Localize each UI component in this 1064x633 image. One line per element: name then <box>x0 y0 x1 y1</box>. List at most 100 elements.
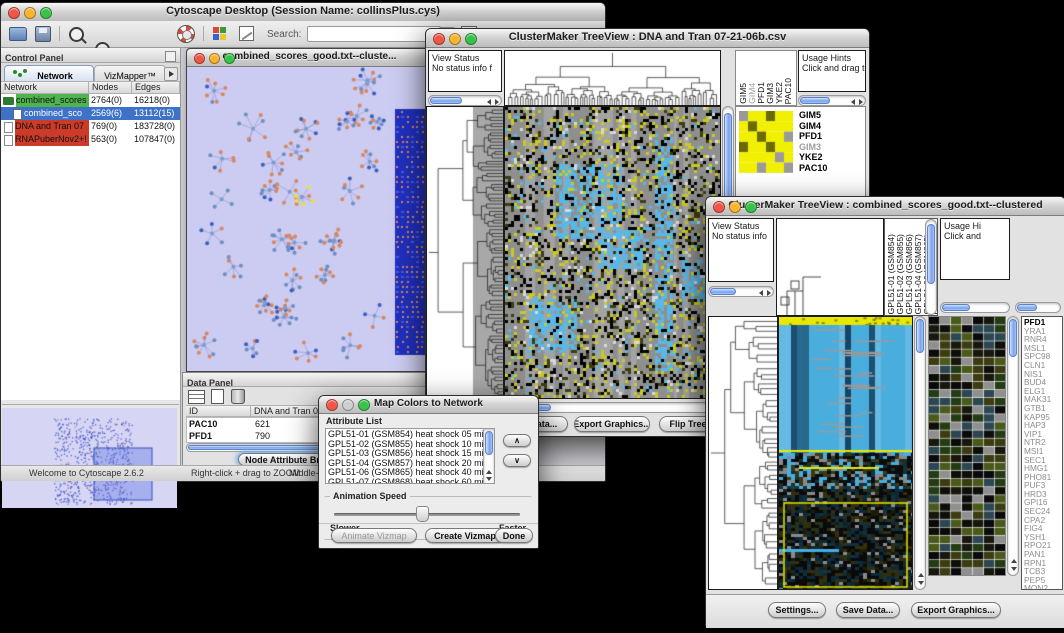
done-button[interactable]: Done <box>495 528 533 543</box>
attribute-list-vscrollbar[interactable] <box>483 429 494 483</box>
dialog-titlebar[interactable]: Map Colors to Network <box>319 396 538 414</box>
scroll-left-arrow[interactable] <box>759 290 763 296</box>
move-down-button[interactable]: ∨ <box>503 454 531 467</box>
data-row-id[interactable]: PFD1 <box>189 430 212 442</box>
tv1-status-hscrollbar[interactable] <box>428 95 502 106</box>
treeview1-titlebar[interactable]: ClusterMaker TreeView : DNA and Tran 07-… <box>426 29 869 48</box>
scroll-down-arrow[interactable] <box>918 581 924 585</box>
tv2-zoom-vscrollbar[interactable] <box>1007 316 1019 576</box>
scroll-right-arrow[interactable] <box>495 99 499 105</box>
column-label[interactable]: GIM5 <box>738 83 747 104</box>
birdseye-canvas[interactable] <box>2 408 177 508</box>
scroll-thumb[interactable] <box>927 224 935 284</box>
annotation-icon[interactable] <box>239 26 254 41</box>
tv1-hints-hscrollbar[interactable] <box>798 95 866 106</box>
close-button[interactable] <box>713 201 725 213</box>
treeview2-titlebar[interactable]: ClusterMaker TreeView : combined_scores_… <box>706 197 1064 216</box>
zoom-button[interactable] <box>224 53 235 64</box>
tv2-row-dendrogram[interactable] <box>708 316 778 590</box>
close-button[interactable] <box>8 7 20 19</box>
row-label[interactable]: GIM5 <box>799 110 865 121</box>
row-label[interactable]: PFD1 <box>799 131 865 142</box>
tv2-save-data-button[interactable]: Save Data... <box>836 602 900 618</box>
network-canvas[interactable] <box>187 67 430 371</box>
column-label[interactable]: GPL51-02 (GSM855) <box>895 234 904 314</box>
tv2-settings-button[interactable]: Settings... <box>768 602 826 618</box>
scroll-thumb[interactable] <box>916 319 924 353</box>
tv2-zoom-heatmap[interactable] <box>928 316 1006 576</box>
close-button[interactable] <box>326 399 338 411</box>
data-panel-header[interactable]: Data Panel <box>183 373 430 387</box>
network-row[interactable]: RNAPuberNov2+! 563(0) 107847(0) <box>1 133 180 146</box>
tab-overflow-button[interactable] <box>164 67 178 81</box>
scroll-up-arrow[interactable] <box>486 470 492 474</box>
tv2-genes-hscrollbar[interactable] <box>1015 302 1061 313</box>
column-label[interactable]: PAC10 <box>783 78 792 104</box>
scroll-thumb[interactable] <box>710 288 736 295</box>
network-row[interactable]: DNA and Tran 07 769(0) 183728(0) <box>1 120 180 133</box>
column-label[interactable]: YKE2 <box>774 82 783 104</box>
scroll-down-arrow[interactable] <box>486 477 492 481</box>
new-doc-icon[interactable] <box>211 389 224 404</box>
move-up-button[interactable]: ∧ <box>503 434 531 447</box>
column-label[interactable]: GPL51-01 (GSM854) <box>886 234 895 314</box>
scroll-thumb[interactable] <box>1017 304 1037 311</box>
data-row-value[interactable]: 790 <box>255 430 270 442</box>
scroll-thumb[interactable] <box>430 97 462 104</box>
tv2-heatmap-vscrollbar[interactable] <box>914 316 926 590</box>
minimize-button[interactable] <box>209 53 220 64</box>
col-header-network[interactable]: Network <box>1 81 89 94</box>
network-row[interactable]: combined_scores 2764(0) 16218(0) <box>1 94 180 107</box>
row-label[interactable]: GIM4 <box>799 121 865 132</box>
animate-vizmap-button[interactable]: Animate Vizmap <box>331 528 417 543</box>
open-folder-icon[interactable] <box>9 27 27 41</box>
scroll-thumb[interactable] <box>485 431 493 455</box>
birdseye-panel[interactable] <box>2 404 179 467</box>
tv1-zoom-matrix[interactable] <box>739 111 793 173</box>
row-label[interactable]: YKE2 <box>799 152 865 163</box>
scroll-thumb[interactable] <box>1009 319 1017 357</box>
close-button[interactable] <box>433 33 445 45</box>
zoom-button[interactable] <box>745 201 757 213</box>
tv1-heatmap[interactable] <box>504 106 721 399</box>
tv2-status-hscrollbar[interactable] <box>708 286 774 297</box>
col-header-edges[interactable]: Edges <box>132 81 180 94</box>
tv2-labels-vscrollbar[interactable] <box>925 219 937 315</box>
trash-icon[interactable] <box>231 389 245 404</box>
tv1-row-dendrogram[interactable] <box>426 106 504 399</box>
save-icon[interactable] <box>35 26 51 42</box>
scroll-down-arrow[interactable] <box>1011 567 1017 571</box>
vizmap-grid-icon[interactable] <box>213 27 219 33</box>
tv1-export-graphics-button[interactable]: Export Graphics... <box>574 416 650 432</box>
scroll-left-arrow[interactable] <box>487 99 491 105</box>
data-row-value[interactable]: 621 <box>255 418 270 430</box>
scroll-left-arrow[interactable] <box>851 99 855 105</box>
data-row-id[interactable]: PAC10 <box>189 418 217 430</box>
main-titlebar[interactable]: Cytoscape Desktop (Session Name: collins… <box>1 3 605 22</box>
column-label[interactable]: GIM4 <box>747 83 756 104</box>
float-panel-icon[interactable] <box>165 51 176 62</box>
tv1-column-dendrogram[interactable] <box>504 50 721 106</box>
zoom-button[interactable] <box>358 399 370 411</box>
zoom-button[interactable] <box>40 7 52 19</box>
zoom-button[interactable] <box>465 33 477 45</box>
speed-slider-thumb[interactable] <box>416 506 429 522</box>
tab-vizmapper[interactable]: VizMapper™ <box>94 65 166 82</box>
table-icon[interactable] <box>188 390 205 404</box>
help-ring-icon[interactable] <box>177 25 195 43</box>
attribute-list[interactable]: GPL51-01 (GSM854) heat shock 05 minGPL51… <box>325 428 495 484</box>
network-row[interactable]: combined_sco 2569(6) 13112(15) <box>1 107 180 120</box>
tv2-heatmap[interactable] <box>778 316 913 590</box>
minimize-button[interactable] <box>729 201 741 213</box>
scroll-up-arrow[interactable] <box>918 573 924 577</box>
row-label[interactable]: GIM3 <box>799 142 865 153</box>
close-button[interactable] <box>194 53 205 64</box>
scroll-right-arrow[interactable] <box>767 290 771 296</box>
tab-network[interactable]: Network <box>4 65 94 82</box>
scroll-up-arrow[interactable] <box>1011 559 1017 563</box>
row-label[interactable]: PAC10 <box>799 163 865 174</box>
create-vizmap-button[interactable]: Create Vizmap <box>425 528 505 543</box>
data-col-id[interactable]: ID <box>186 405 251 417</box>
minimize-button[interactable] <box>449 33 461 45</box>
tv2-column-dendrogram[interactable] <box>776 218 884 316</box>
